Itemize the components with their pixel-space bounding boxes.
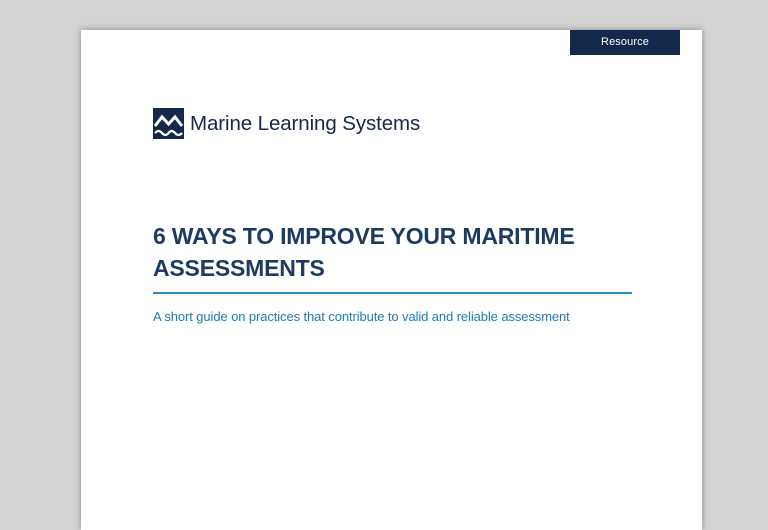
title-divider (153, 292, 632, 294)
resource-tag: Resource (570, 30, 680, 55)
document-subtitle: A short guide on practices that contribu… (153, 309, 570, 324)
waves-logo-icon (153, 108, 184, 139)
document-title: 6 WAYS TO IMPROVE YOUR MARITIME ASSESSME… (153, 223, 575, 281)
brand-name: Marine Learning Systems (190, 111, 421, 135)
brand-header: Marine Learning Systems (153, 108, 420, 139)
document-page: Resource Marine Learning Systems 6 WAYS … (81, 30, 702, 530)
